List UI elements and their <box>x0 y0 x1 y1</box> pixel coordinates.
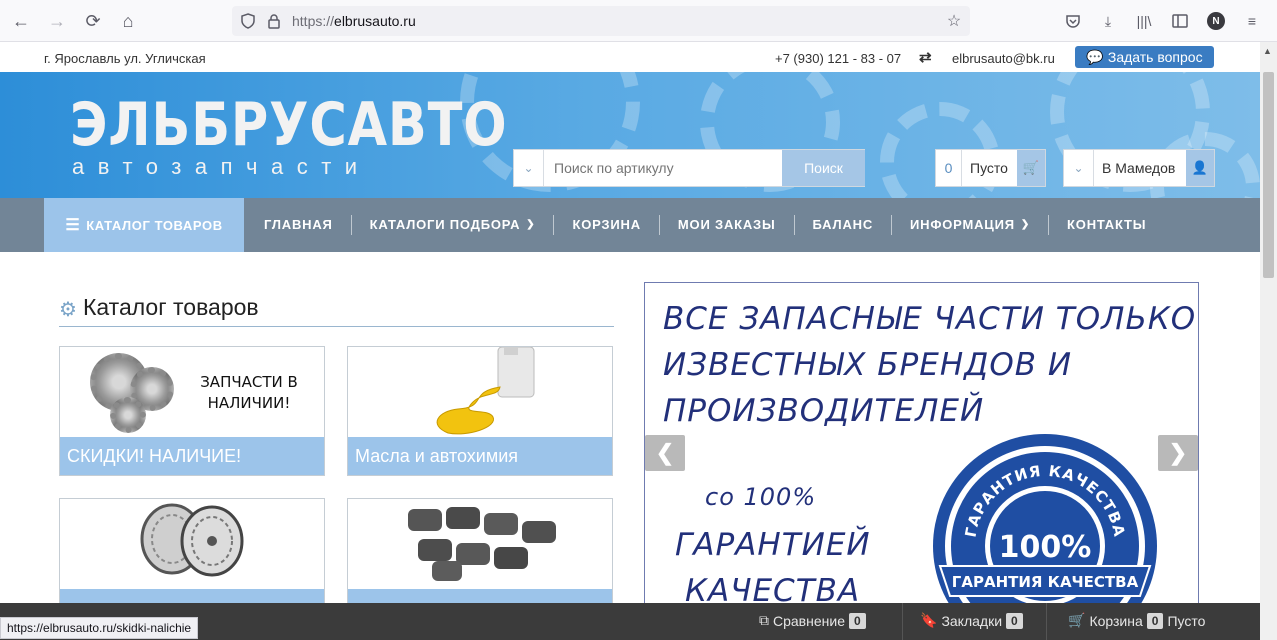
address-bar[interactable]: https://elbrusauto.ru ☆ <box>232 6 970 36</box>
lock-icon[interactable] <box>264 11 284 31</box>
nav-item-balance[interactable]: БАЛАНС <box>795 215 893 235</box>
chevron-down-icon[interactable]: ⌄ <box>514 150 544 186</box>
scroll-thumb[interactable] <box>1263 72 1274 278</box>
card-label: Масла и автохимия <box>348 437 612 475</box>
site-header: ЭЛЬБРУСАВТО автозапчасти ⌄ Поиск 0 Пусто… <box>0 72 1260 198</box>
gear-icon <box>110 397 146 433</box>
bookmarks-count: 0 <box>1006 612 1023 629</box>
main-nav: ☰ КАТАЛОГ ТОВАРОВ ГЛАВНАЯ КАТАЛОГИ ПОДБО… <box>0 198 1260 252</box>
home-icon[interactable]: ⌂ <box>115 8 141 34</box>
catalog-card-oils[interactable]: Масла и автохимия <box>347 346 613 476</box>
nav-item-contacts[interactable]: КОНТАКТЫ <box>1049 215 1164 235</box>
catalog-heading: ⚙ Каталог товаров <box>59 293 614 327</box>
catalog-card-wheels[interactable] <box>59 498 325 608</box>
catalog-card-discounts[interactable]: ЗАПЧАСТИ В НАЛИЧИИ! СКИДКИ! НАЛИЧИЕ! <box>59 346 325 476</box>
brake-pads-icon <box>408 507 556 581</box>
cart-icon[interactable]: 🛒 <box>1017 150 1045 186</box>
page-scrollbar[interactable]: ▲ <box>1260 42 1277 640</box>
phone-number[interactable]: +7 (930) 121 - 83 - 07 <box>775 51 901 66</box>
logo-title[interactable]: ЭЛЬБРУСАВТО <box>70 90 507 160</box>
library-icon[interactable]: |||\ <box>1133 10 1155 32</box>
seal-percent: 100% <box>999 530 1092 565</box>
hamburger-icon: ☰ <box>65 217 81 234</box>
chevron-down-icon[interactable]: ⌄ <box>1064 150 1094 186</box>
gear-icon: ⚙ <box>59 299 77 321</box>
card-image <box>60 499 324 589</box>
shield-icon[interactable] <box>238 11 258 31</box>
catalog-title: Каталог товаров <box>83 294 259 320</box>
bottom-cart-count: 0 <box>1146 612 1164 629</box>
nav-item-info[interactable]: ИНФОРМАЦИЯ ❯ <box>892 215 1050 235</box>
chevron-down-icon: ❯ <box>526 219 536 230</box>
copy-icon: ⧉ <box>759 612 769 628</box>
card-image: ЗАПЧАСТИ В НАЛИЧИИ! <box>60 347 324 437</box>
nav-item-catalogs[interactable]: КАТАЛОГИ ПОДБОРА ❯ <box>352 215 555 235</box>
forward-icon[interactable]: → <box>44 8 70 34</box>
divider <box>902 603 903 640</box>
city-address: г. Ярославль ул. Угличская <box>44 51 206 66</box>
seal-ribbon-text: ГАРАНТИЯ КАЧЕСТВА <box>952 573 1139 591</box>
nav-item-orders[interactable]: МОИ ЗАКАЗЫ <box>660 215 795 235</box>
catalog-card-brakes[interactable] <box>347 498 613 608</box>
ask-question-button[interactable]: 💬 Задать вопрос <box>1075 46 1214 68</box>
scroll-up-icon[interactable]: ▲ <box>1263 46 1272 56</box>
card-image-text: ЗАПЧАСТИ В НАЛИЧИИ! <box>200 373 298 412</box>
reload-icon[interactable]: ⟳ <box>80 8 106 34</box>
banner-line: со 100% <box>705 483 817 511</box>
carousel-prev-button[interactable]: ❮ <box>645 435 685 471</box>
logo-subtitle: автозапчасти <box>72 154 371 179</box>
chevron-down-icon: ❯ <box>1020 219 1031 230</box>
status-url-tooltip: https://elbrusauto.ru/skidki-nalichie <box>0 617 199 639</box>
card-label: СКИДКИ! НАЛИЧИЕ! <box>60 437 324 475</box>
carousel-next-button[interactable]: ❯ <box>1158 435 1198 471</box>
quality-seal: ГАРАНТИЯ КАЧЕСТВА 100% ГАРАНТИЯ КАЧЕСТВА <box>933 434 1157 611</box>
cart-icon: 🛒 <box>1068 612 1086 628</box>
banner-line: ИЗВЕСТНЫХ БРЕНДОВ И <box>663 347 1073 383</box>
card-image <box>348 499 612 589</box>
compare-count: 0 <box>848 612 866 629</box>
swap-arrows-icon: ⇄ <box>919 49 932 66</box>
card-image <box>348 347 612 437</box>
menu-icon[interactable]: ≡ <box>1241 10 1263 32</box>
banner-line: ГАРАНТИЕЙ <box>675 527 871 563</box>
banner-line: ВСЕ ЗАПАСНЫЕ ЧАСТИ ТОЛЬКО <box>663 301 1197 337</box>
oil-pour-icon <box>436 347 535 435</box>
user-name: В Мамедов <box>1102 160 1176 176</box>
url-text: https://elbrusauto.ru <box>292 13 416 29</box>
top-info-bar: г. Ярославль ул. Угличская +7 (930) 121 … <box>0 42 1260 72</box>
search-box: ⌄ Поиск <box>513 149 865 187</box>
bottom-cart-button[interactable]: 🛒 Корзина 0 Пусто <box>1068 612 1205 629</box>
nav-item-cart[interactable]: КОРЗИНА <box>554 215 660 235</box>
wheel-rims-icon <box>140 503 244 577</box>
star-bookmark-icon[interactable]: ☆ <box>944 11 964 31</box>
nav-catalog-button[interactable]: ☰ КАТАЛОГ ТОВАРОВ <box>44 198 244 252</box>
back-icon[interactable]: ← <box>8 8 34 34</box>
promo-banner[interactable]: ВСЕ ЗАПАСНЫЕ ЧАСТИ ТОЛЬКО ИЗВЕСТНЫХ БРЕН… <box>644 282 1199 612</box>
pocket-icon[interactable] <box>1062 10 1084 32</box>
bookmarks-button[interactable]: 🔖 Закладки 0 <box>920 612 1023 629</box>
chat-bubble-icon: 💬 <box>1086 48 1104 65</box>
download-icon[interactable]: ⤓ <box>1097 10 1119 32</box>
user-icon[interactable]: 👤 <box>1186 150 1214 186</box>
header-cart[interactable]: 0 Пусто 🛒 <box>935 149 1046 187</box>
account-avatar[interactable]: N <box>1205 10 1227 32</box>
search-button[interactable]: Поиск <box>782 150 865 186</box>
user-menu[interactable]: ⌄ В Мамедов 👤 <box>1063 149 1215 187</box>
divider <box>1046 603 1047 640</box>
nav-item-home[interactable]: ГЛАВНАЯ <box>246 215 352 235</box>
cart-status: Пусто <box>970 160 1008 176</box>
sidebar-icon[interactable] <box>1169 10 1191 32</box>
cart-count: 0 <box>936 150 962 186</box>
banner-line: ПРОИЗВОДИТЕЛЕЙ <box>663 393 985 429</box>
browser-toolbar: ← → ⟳ ⌂ https://elbrusauto.ru ☆ ⤓ |||\ N… <box>0 0 1277 42</box>
search-input[interactable] <box>554 160 774 176</box>
email-link[interactable]: elbrusauto@bk.ru <box>952 51 1055 66</box>
bookmark-icon: 🔖 <box>920 612 938 628</box>
compare-button[interactable]: ⧉ Сравнение 0 <box>759 612 866 629</box>
